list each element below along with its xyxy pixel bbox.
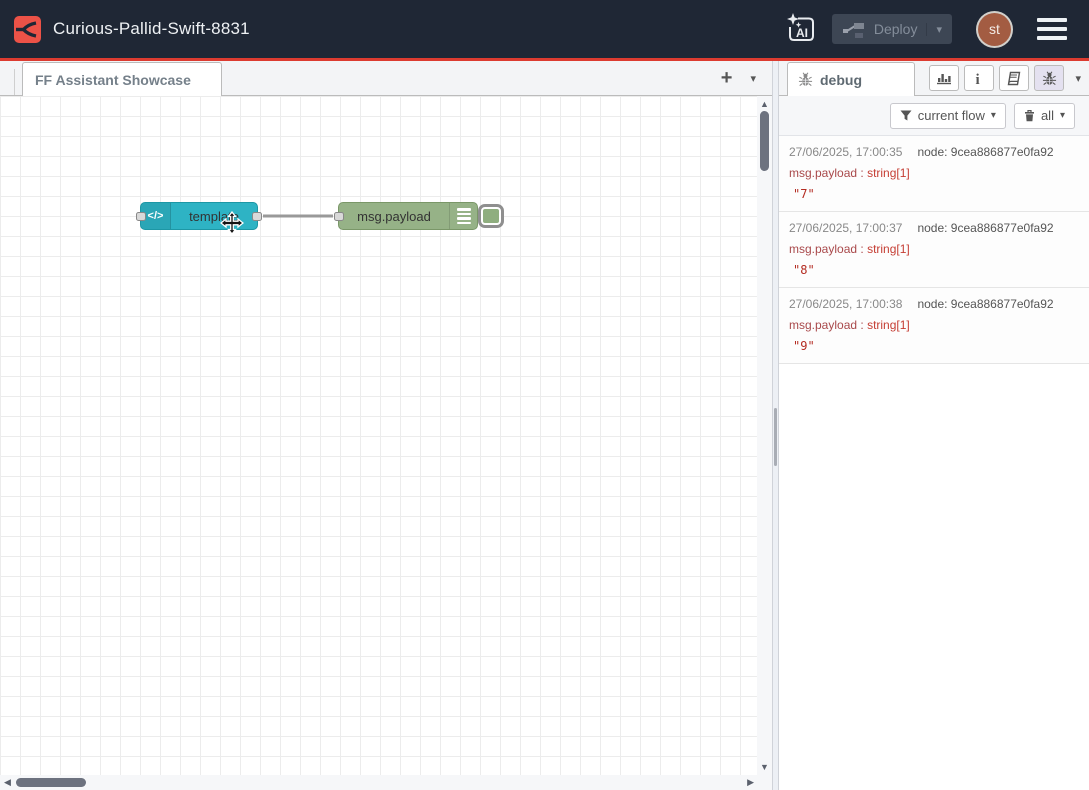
console-lines-icon — [449, 203, 477, 229]
debug-message[interactable]: 27/06/2025, 17:00:38 node: 9cea886877e0f… — [779, 288, 1089, 364]
main-menu-button[interactable] — [1037, 18, 1067, 40]
flow-list-caret[interactable]: ▾ — [750, 72, 756, 85]
canvas-vertical-scrollbar[interactable]: ▲ ▼ — [757, 96, 772, 775]
debug-input-port[interactable] — [334, 212, 344, 221]
horizontal-scroll-thumb[interactable] — [16, 778, 86, 787]
ai-assistant-button[interactable]: AI — [782, 10, 820, 48]
debug-panel-button[interactable] — [1034, 65, 1064, 91]
svg-text:AI: AI — [796, 26, 808, 40]
message-timestamp: 27/06/2025, 17:00:37 — [789, 221, 902, 235]
svg-text:i: i — [976, 72, 980, 86]
node-label: msg.payload — [339, 203, 449, 229]
debug-toolbar: current flow ▾ all ▾ — [779, 96, 1089, 136]
tab-label: debug — [820, 72, 862, 88]
info-button[interactable]: i — [964, 65, 994, 91]
debug-messages-list: 27/06/2025, 17:00:35 node: 9cea886877e0f… — [779, 136, 1089, 790]
message-property: msg.payload : string[1] — [789, 242, 1079, 256]
debug-clear-button[interactable]: all ▾ — [1014, 103, 1075, 129]
message-meta: 27/06/2025, 17:00:37 node: 9cea886877e0f… — [789, 221, 1079, 235]
debug-filter-button[interactable]: current flow ▾ — [890, 103, 1006, 129]
debug-message[interactable]: 27/06/2025, 17:00:35 node: 9cea886877e0f… — [779, 136, 1089, 212]
tab-scroll-edge — [14, 69, 15, 95]
scroll-left-arrow[interactable]: ◀ — [4, 776, 11, 789]
message-meta: 27/06/2025, 17:00:35 node: 9cea886877e0f… — [789, 145, 1079, 159]
ai-sparkle-icon: AI — [783, 11, 819, 47]
template-input-port[interactable] — [136, 212, 146, 221]
message-node-id: node: 9cea886877e0fa92 — [917, 221, 1053, 235]
message-type: string[1] — [867, 242, 910, 256]
deploy-options-caret[interactable]: ▾ — [926, 23, 942, 36]
menu-bar — [1037, 36, 1067, 40]
message-path: msg.payload — [789, 166, 857, 180]
message-node-id: node: 9cea886877e0fa92 — [917, 297, 1053, 311]
clear-caret: ▾ — [1060, 110, 1065, 121]
sidebar-tabs-caret[interactable]: ▾ — [1075, 72, 1081, 85]
tab-label: FF Assistant Showcase — [35, 72, 191, 88]
scroll-down-arrow[interactable]: ▼ — [757, 762, 772, 772]
avatar-initials: st — [989, 21, 1000, 37]
tab-ff-assistant-showcase[interactable]: FF Assistant Showcase — [22, 62, 222, 96]
page-title: Curious-Pallid-Swift-8831 — [53, 19, 250, 39]
app-header: Curious-Pallid-Swift-8831 AI Deploy ▾ st — [0, 0, 1089, 58]
canvas-horizontal-scrollbar[interactable]: ◀ ▶ — [0, 775, 772, 790]
deploy-button[interactable]: Deploy ▾ — [832, 14, 952, 44]
workspace-tabbar: FF Assistant Showcase + ▾ — [0, 61, 772, 96]
scroll-right-arrow[interactable]: ▶ — [747, 776, 754, 789]
info-icon: i — [975, 71, 983, 86]
message-timestamp: 27/06/2025, 17:00:35 — [789, 145, 902, 159]
debug-message[interactable]: 27/06/2025, 17:00:37 node: 9cea886877e0f… — [779, 212, 1089, 288]
flow-canvas[interactable]: </> template msg.payload — [0, 96, 757, 775]
message-path: msg.payload — [789, 318, 857, 332]
message-node-id: node: 9cea886877e0fa92 — [917, 145, 1053, 159]
filter-label: current flow — [918, 108, 985, 123]
tab-debug[interactable]: debug — [787, 62, 915, 96]
tabbar-controls: + ▾ — [721, 68, 772, 88]
user-avatar[interactable]: st — [978, 13, 1011, 46]
canvas-wrap: </> template msg.payload — [0, 96, 772, 775]
help-button[interactable] — [999, 65, 1029, 91]
message-type: string[1] — [867, 318, 910, 332]
bug-icon — [798, 72, 813, 87]
bar-chart-icon — [936, 71, 952, 85]
bug-icon — [1042, 71, 1057, 86]
trash-icon — [1024, 109, 1035, 122]
message-value: "7" — [789, 187, 1079, 201]
sidebar: debug i — [779, 61, 1089, 790]
add-flow-button[interactable]: + — [721, 68, 733, 88]
vertical-scroll-thumb[interactable] — [760, 111, 769, 171]
sidebar-tabbar: debug i — [779, 61, 1089, 96]
message-property: msg.payload : string[1] — [789, 318, 1079, 332]
scroll-up-arrow[interactable]: ▲ — [757, 99, 772, 109]
book-icon — [1006, 71, 1022, 86]
move-cursor-icon — [220, 211, 244, 235]
message-path: msg.payload — [789, 242, 857, 256]
message-value: "9" — [789, 339, 1079, 353]
dashboard-chart-button[interactable] — [929, 65, 959, 91]
debug-toggle-state — [483, 209, 499, 223]
template-output-port[interactable] — [252, 212, 262, 221]
debug-enable-toggle[interactable] — [478, 204, 504, 228]
message-value: "8" — [789, 263, 1079, 277]
node-debug[interactable]: msg.payload — [338, 202, 478, 230]
node-label: template — [171, 203, 257, 229]
message-type: string[1] — [867, 166, 910, 180]
wire-template-to-debug[interactable] — [0, 96, 757, 775]
message-meta: 27/06/2025, 17:00:38 node: 9cea886877e0f… — [789, 297, 1079, 311]
menu-bar — [1037, 27, 1067, 31]
message-timestamp: 27/06/2025, 17:00:38 — [789, 297, 902, 311]
menu-bar — [1037, 18, 1067, 22]
clear-label: all — [1041, 108, 1054, 123]
sidebar-panel-buttons: i — [929, 65, 1089, 91]
deploy-pipeline-icon — [842, 20, 865, 39]
deploy-label: Deploy — [874, 21, 918, 37]
splitter-grip[interactable] — [774, 408, 777, 466]
main-content: FF Assistant Showcase + ▾ </> template — [0, 61, 1089, 790]
workspace: FF Assistant Showcase + ▾ </> template — [0, 61, 772, 790]
filter-caret: ▾ — [991, 110, 996, 121]
message-property: msg.payload : string[1] — [789, 166, 1079, 180]
sidebar-splitter[interactable] — [772, 61, 779, 790]
flowfuse-logo-icon[interactable] — [14, 16, 41, 43]
filter-funnel-icon — [900, 110, 912, 121]
